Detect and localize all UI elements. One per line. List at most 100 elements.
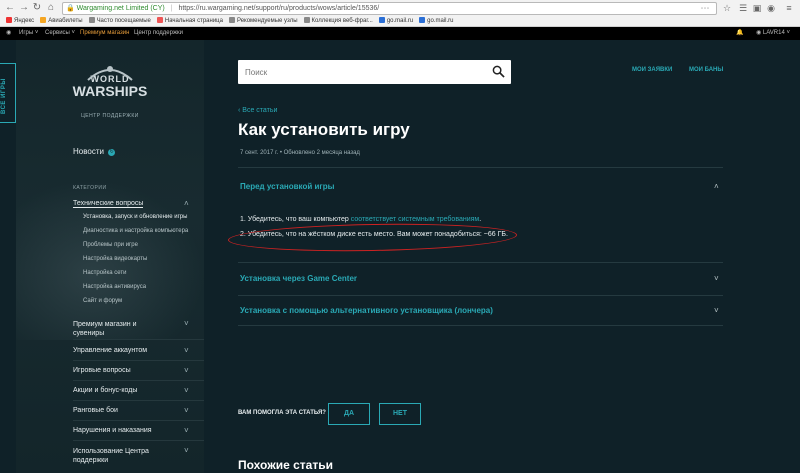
my-requests-link[interactable]: МОИ ЗАЯВКИ: [632, 67, 672, 73]
bookmark-star-icon[interactable]: ☆: [722, 3, 732, 13]
bookmark-favicon-icon: [88, 17, 95, 23]
system-requirements-link[interactable]: соответствует системным требованиям: [351, 216, 479, 223]
sidebar-subitem-site-forum[interactable]: Сайт и форум: [83, 298, 122, 304]
world-of-warships-logo[interactable]: WORLD WARSHIPS ЦЕНТР ПОДДЕРЖКИ: [68, 58, 152, 148]
chevron-down-icon[interactable]: ˅: [184, 320, 192, 328]
top-navigation: ◉ Игры ˅ Сервисы ˅ Премиум магазин Центр…: [0, 27, 800, 40]
divider: [73, 380, 204, 381]
divider: [238, 167, 723, 168]
nav-games[interactable]: Игры ˅: [19, 27, 38, 40]
yes-button[interactable]: ДА: [328, 403, 370, 425]
home-icon[interactable]: ⌂: [45, 2, 57, 14]
divider: [73, 400, 204, 401]
extension-icon[interactable]: ◉: [766, 3, 776, 13]
user-menu[interactable]: ◉ LAVR14 ˅: [756, 27, 790, 40]
divider: [73, 420, 204, 421]
list-item: 1. Убедитесь, что ваш компьютер соответс…: [240, 216, 482, 223]
categories-heading: КАТЕГОРИИ: [73, 185, 107, 191]
chevron-down-icon[interactable]: ˅: [714, 274, 719, 283]
no-button[interactable]: НЕТ: [379, 403, 421, 425]
bookmark-item[interactable]: go.mail.ru: [419, 16, 454, 26]
sidebar-subitem-video[interactable]: Настройка видеокарты: [83, 256, 147, 262]
bookmark-item[interactable]: go.mail.ru: [378, 16, 413, 26]
menu-icon[interactable]: ≡: [784, 3, 794, 13]
bookmark-favicon-icon: [228, 17, 235, 23]
chevron-down-icon[interactable]: ˅: [184, 427, 192, 435]
divider: [238, 262, 723, 263]
bookmark-item[interactable]: Начальная страница: [156, 16, 223, 26]
sidebar-item-using-support[interactable]: Использование Центра поддержки: [73, 447, 149, 465]
sidebar-subitem-network[interactable]: Настройка сети: [83, 270, 126, 276]
wg-logo-icon[interactable]: ◉: [6, 27, 11, 40]
my-bans-link[interactable]: МОИ БАНЫ: [689, 67, 723, 73]
nav-services[interactable]: Сервисы ˅: [45, 27, 75, 40]
back-arrow-icon[interactable]: ←: [4, 2, 16, 14]
lock-icon: 🔒: [66, 5, 75, 12]
news-badge-icon: ↻: [108, 149, 116, 156]
chevron-up-icon[interactable]: ˄: [184, 200, 192, 208]
bookmark-favicon-icon: [6, 17, 12, 23]
divider: [73, 339, 204, 340]
bell-icon[interactable]: 🔔: [736, 27, 743, 40]
sidebar-item-ranked[interactable]: Ранговые бои: [73, 407, 118, 414]
bookmark-item[interactable]: Рекомендуемые узлы: [228, 16, 298, 26]
sidebar-item-game-questions[interactable]: Игровые вопросы: [73, 367, 131, 374]
sidebar-item-account[interactable]: Управление аккаунтом: [73, 347, 147, 354]
reload-icon[interactable]: ↻: [31, 2, 43, 14]
sidebar-item-tech-questions[interactable]: Технические вопросы: [73, 200, 144, 208]
url-text[interactable]: https://ru.wargaming.net/support/ru/prod…: [178, 5, 379, 12]
divider: [73, 440, 204, 441]
divider: [73, 360, 204, 361]
section-launcher[interactable]: Установка с помощью альтернативного уста…: [240, 306, 493, 315]
search-icon[interactable]: [492, 65, 505, 78]
chevron-down-icon[interactable]: ˅: [184, 407, 192, 415]
sidebar-item-premium[interactable]: Премиум магазин и сувениры: [73, 320, 136, 338]
chevron-down-icon[interactable]: ˅: [184, 367, 192, 375]
bookmark-item[interactable]: Коллекция веб-фраг...: [303, 16, 373, 26]
bookmark-favicon-icon: [156, 17, 163, 23]
bookmark-favicon-icon: [378, 17, 385, 23]
sidebar-subitem-problems[interactable]: Проблемы при игре: [83, 242, 138, 248]
divider: [238, 295, 723, 296]
bookmark-favicon-icon: [419, 17, 426, 23]
similar-articles-heading: Похожие статьи: [238, 458, 333, 472]
cert-owner: Wargaming.net Limited (CY): [76, 5, 165, 12]
more-icon[interactable]: ⋯: [700, 3, 710, 13]
chevron-left-icon: ‹: [238, 107, 241, 114]
bookmark-item[interactable]: Часто посещаемые: [88, 16, 151, 26]
sidebar-item-violations[interactable]: Нарушения и наказания: [73, 427, 152, 434]
forward-arrow-icon[interactable]: →: [18, 2, 30, 14]
bookmark-item[interactable]: Авиабилеты: [40, 16, 83, 26]
section-before-install[interactable]: Перед установкой игры: [240, 182, 334, 191]
bookmark-favicon-icon: [40, 17, 47, 23]
chevron-down-icon[interactable]: ˅: [184, 447, 192, 455]
chevron-down-icon[interactable]: ˅: [714, 306, 719, 315]
bookmark-item[interactable]: Яндекс: [6, 16, 34, 26]
feedback-question: ВАМ ПОМОГЛА ЭТА СТАТЬЯ?: [238, 410, 326, 416]
sidebar-subitem-diagnostics[interactable]: Диагностика и настройка компьютера: [83, 228, 188, 234]
sidebar-icon[interactable]: ▣: [752, 3, 762, 13]
nav-premium-shop[interactable]: Премиум магазин: [80, 27, 129, 40]
bookmarks-bar: Яндекс Авиабилеты Часто посещаемые Начальна…: [0, 16, 800, 26]
nav-support-center[interactable]: Центр поддержки: [134, 27, 183, 40]
search-input[interactable]: [245, 65, 475, 79]
library-icon[interactable]: ☰: [738, 3, 748, 13]
chevron-up-icon[interactable]: ˄: [714, 182, 719, 191]
page-title: Как установить игру: [238, 120, 410, 139]
back-to-articles-link[interactable]: ‹ Все статьи: [238, 107, 277, 114]
search-box[interactable]: [238, 60, 511, 84]
anchor-emblem-icon: [87, 66, 133, 81]
url-separator: |: [170, 5, 173, 12]
sidebar-subitem-install[interactable]: Установка, запуск и обновление игры: [83, 214, 187, 220]
divider: [238, 325, 723, 326]
url-bar[interactable]: 🔒 Wargaming.net Limited (CY) | https://r…: [62, 2, 717, 15]
bookmark-favicon-icon: [303, 17, 310, 23]
sidebar-subitem-antivirus[interactable]: Настройка антивируса: [83, 284, 146, 290]
section-game-center[interactable]: Установка через Game Center: [240, 274, 357, 283]
sidebar-item-news[interactable]: Новости ↻: [73, 147, 116, 156]
article-meta: 7 сент. 2017 г. • Обновлено 2 месяца наз…: [240, 150, 360, 156]
chevron-down-icon[interactable]: ˅: [184, 347, 192, 355]
chevron-down-icon[interactable]: ˅: [184, 387, 192, 395]
sidebar-item-promo[interactable]: Акции и бонус-коды: [73, 387, 137, 394]
all-games-tab[interactable]: ВСЕ ИГРЫ: [0, 63, 16, 123]
